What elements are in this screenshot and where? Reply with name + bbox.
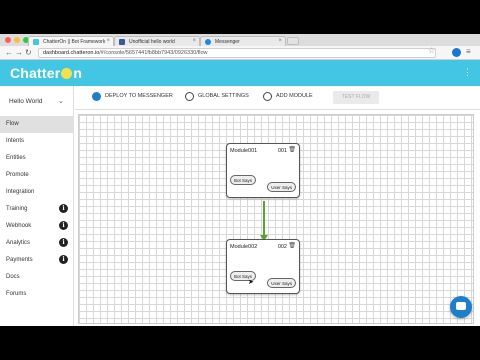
window-controls: [5, 37, 29, 43]
tab-label: Unofficial hello world: [129, 39, 175, 45]
chevron-down-icon[interactable]: ⌄: [58, 97, 64, 105]
sidebar-item-docs[interactable]: Docs: [0, 269, 74, 286]
user-says-button[interactable]: User Says: [267, 278, 296, 288]
back-arrow-icon[interactable]: ←: [5, 48, 13, 57]
logo-o-icon: [61, 68, 73, 79]
messenger-icon: [92, 92, 101, 101]
test-flow-button[interactable]: TEST FLOW: [333, 91, 379, 104]
module-number: 001: [277, 148, 287, 154]
sidebar-item-analytics[interactable]: Analytics i: [0, 235, 74, 252]
sidebar-item-label: Webhook: [6, 223, 32, 229]
gear-icon: [185, 92, 194, 101]
add-module-button[interactable]: ADD MODULE: [276, 93, 313, 99]
plus-circle-icon: [263, 92, 272, 101]
chatteron-logo[interactable]: Chatter n: [10, 65, 82, 81]
global-settings-button[interactable]: GLOBAL SETTINGS: [198, 93, 249, 99]
sidebar-item-integration[interactable]: Integration: [0, 184, 74, 201]
flow-toolbar: DEPLOY TO MESSENGER GLOBAL SETTINGS ADD …: [75, 86, 480, 110]
sidebar-item-training[interactable]: Training i: [0, 201, 74, 218]
sidebar-item-webhook[interactable]: Webhook i: [0, 218, 74, 235]
reload-icon[interactable]: ↻: [25, 48, 32, 57]
sidebar-item-intents[interactable]: Intents: [0, 133, 74, 150]
browser-tab-bar: ChatterOn || Bot Framework × Unofficial …: [0, 34, 480, 46]
bookmark-star-icon[interactable]: ☆: [428, 46, 435, 55]
sidebar-item-label: Payments: [6, 257, 33, 263]
chatteron-favicon-icon: [33, 39, 39, 45]
info-icon[interactable]: i: [59, 255, 68, 264]
extension-icon[interactable]: [452, 48, 461, 57]
browser-tab-facebook[interactable]: Unofficial hello world ×: [114, 36, 200, 46]
info-icon[interactable]: i: [59, 204, 68, 213]
trash-icon[interactable]: 🗑: [288, 242, 296, 249]
module-number: 002: [277, 244, 287, 250]
chat-support-button[interactable]: [450, 296, 472, 318]
tab-label: Messenger: [215, 39, 240, 45]
deploy-to-messenger-button[interactable]: DEPLOY TO MESSENGER: [105, 93, 173, 99]
project-selector-label[interactable]: Hello World: [9, 98, 42, 105]
sidebar-item-label: Forums: [6, 291, 27, 297]
forward-arrow-icon[interactable]: →: [15, 48, 23, 57]
sidebar-item-label: Entities: [6, 155, 26, 161]
url-path: /#/console/5657441fb8bb7943/0926330/flow: [99, 50, 208, 56]
messenger-favicon-icon: [205, 39, 211, 45]
sidebar-item-flow[interactable]: Flow: [0, 116, 74, 133]
logo-text-tail: n: [73, 65, 83, 81]
chat-bubble-icon: [456, 302, 466, 310]
module-card-002[interactable]: Module002 002 🗑 Bot Says User Says: [226, 239, 300, 294]
app-header: Chatter n ⋮: [0, 60, 480, 86]
browser-tab-messenger[interactable]: Messenger ×: [200, 36, 286, 46]
sidebar-item-label: Promote: [6, 172, 29, 178]
info-icon[interactable]: i: [59, 238, 68, 247]
close-tab-icon[interactable]: ×: [106, 38, 110, 44]
facebook-favicon-icon: [119, 39, 125, 45]
sidebar-item-label: Docs: [6, 274, 20, 280]
flow-canvas[interactable]: Module001 001 🗑 Bot Says User Says Modul…: [78, 114, 474, 324]
module-card-001[interactable]: Module001 001 🗑 Bot Says User Says: [226, 143, 300, 198]
trash-icon[interactable]: 🗑: [288, 146, 296, 153]
minimize-window-button[interactable]: [14, 37, 20, 43]
sidebar-item-label: Flow: [6, 121, 19, 127]
bot-says-button[interactable]: Bot Says: [230, 175, 257, 185]
url-host: dashboard.chatteron.io: [43, 50, 100, 56]
sidebar-item-label: Intents: [6, 138, 25, 144]
sidebar-item-payments[interactable]: Payments i: [0, 252, 74, 269]
info-icon[interactable]: i: [59, 221, 68, 230]
tab-label: ChatterOn || Bot Framework: [43, 39, 106, 45]
close-tab-icon[interactable]: ×: [278, 38, 282, 44]
sidebar-item-label: Integration: [6, 189, 35, 195]
screen: ChatterOn || Bot Framework × Unofficial …: [0, 34, 480, 326]
more-options-icon[interactable]: ⋮: [463, 67, 472, 78]
close-window-button[interactable]: [5, 37, 11, 43]
url-field[interactable]: dashboard.chatteron.io/#/console/5657441…: [38, 48, 436, 58]
mouse-pointer-icon: ➤: [248, 279, 254, 286]
browser-menu-icon[interactable]: ≡: [466, 47, 471, 56]
logo-text: Chatter: [10, 65, 61, 81]
flow-connector: [263, 201, 265, 236]
sidebar-item-forums[interactable]: Forums: [0, 286, 74, 303]
address-bar-row: ← → ↻ dashboard.chatteron.io/#/console/5…: [0, 46, 480, 60]
sidebar-item-entities[interactable]: Entities: [0, 150, 74, 167]
sidebar: Hello World ⌄ Flow Intents Entities Prom…: [0, 86, 74, 326]
browser-tab-chatteron[interactable]: ChatterOn || Bot Framework ×: [28, 36, 114, 46]
module-name: Module002: [230, 244, 258, 250]
sidebar-item-label: Analytics: [6, 240, 31, 246]
new-tab-button[interactable]: [287, 37, 299, 45]
sidebar-item-promote[interactable]: Promote: [0, 167, 74, 184]
module-name: Module001: [230, 148, 258, 154]
close-tab-icon[interactable]: ×: [192, 38, 196, 44]
sidebar-item-label: Training: [6, 206, 28, 212]
user-says-button[interactable]: User Says: [267, 182, 296, 192]
